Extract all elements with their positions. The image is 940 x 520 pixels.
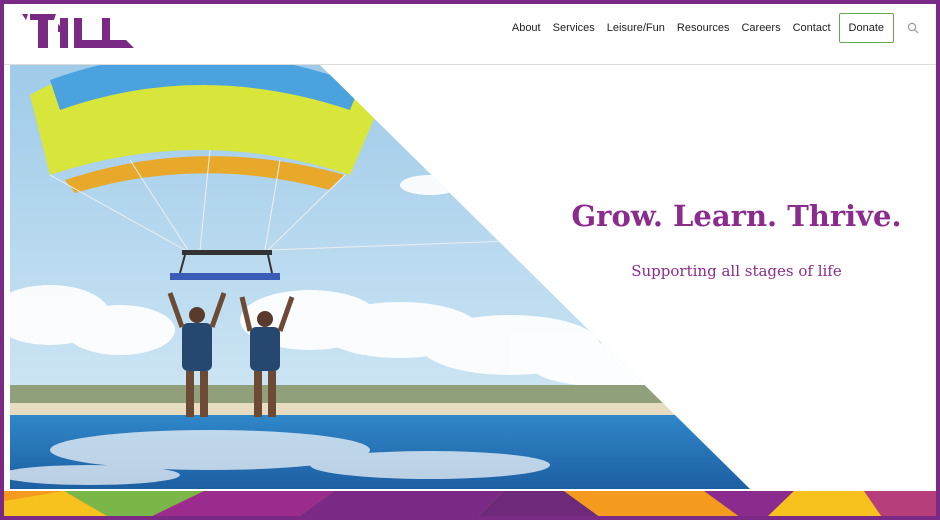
till-logo[interactable]: [18, 10, 138, 52]
hero-subheadline: Supporting all stages of life: [631, 262, 842, 280]
hero-headline: Grow. Learn. Thrive.: [571, 199, 902, 233]
page-frame: About Services Leisure/Fun Resources Car…: [0, 0, 940, 520]
nav-contact[interactable]: Contact: [793, 22, 831, 34]
nav-about[interactable]: About: [512, 22, 541, 34]
nav-leisure-fun[interactable]: Leisure/Fun: [607, 22, 665, 34]
decorative-color-banner: [4, 491, 936, 516]
nav-resources[interactable]: Resources: [677, 22, 730, 34]
main-nav: About Services Leisure/Fun Resources Car…: [500, 12, 920, 44]
site-header: About Services Leisure/Fun Resources Car…: [4, 4, 936, 65]
donate-button[interactable]: Donate: [838, 13, 894, 43]
nav-services[interactable]: Services: [553, 22, 595, 34]
search-icon[interactable]: [906, 21, 920, 35]
nav-careers[interactable]: Careers: [741, 22, 780, 34]
